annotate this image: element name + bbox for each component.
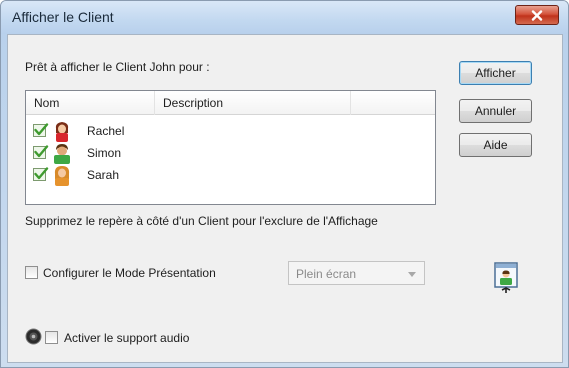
column-header-name[interactable]: Nom [26, 91, 155, 115]
list-item-sarah[interactable]: Sarah [30, 164, 330, 186]
column-header-extra[interactable] [351, 91, 435, 115]
presentation-mode-value: Plein écran [296, 267, 357, 281]
cancel-button[interactable]: Annuler [459, 99, 532, 123]
list-header: Nom Description [26, 91, 435, 115]
presentation-mode-label[interactable]: Configurer le Mode Présentation [43, 266, 216, 280]
client-name: Sarah [87, 168, 120, 182]
client-name: Rachel [87, 124, 125, 138]
prompt-label: Prêt à afficher le Client John pour : [25, 60, 210, 74]
help-button[interactable]: Aide [459, 133, 532, 157]
window-title: Afficher le Client [12, 9, 114, 25]
hint-text: Supprimez le repère à côté d'un Client p… [25, 214, 378, 228]
speaker-icon [25, 328, 42, 345]
list-item-simon[interactable]: Simon [30, 142, 330, 164]
student-avatar-icon [54, 144, 70, 164]
chevron-down-icon [408, 272, 416, 277]
dialog-window: Afficher le Client Prêt à afficher le Cl… [0, 0, 569, 368]
client-list[interactable]: Nom Description Rachel Simon Sarah [25, 90, 436, 205]
close-button[interactable] [515, 5, 559, 25]
student-avatar-icon [55, 122, 69, 142]
presentation-screen-icon[interactable] [494, 262, 518, 294]
audio-support-label[interactable]: Activer le support audio [64, 331, 189, 345]
dialog-body: Prêt à afficher le Client John pour : No… [7, 34, 563, 363]
student-avatar-icon [54, 166, 70, 186]
title-bar: Afficher le Client [1, 1, 568, 34]
presentation-mode-select[interactable]: Plein écran [288, 261, 425, 285]
presentation-mode-checkbox[interactable] [25, 266, 38, 279]
column-header-description[interactable]: Description [155, 91, 351, 115]
checked-checkbox-icon[interactable] [33, 145, 49, 160]
close-icon [531, 9, 543, 21]
list-item-rachel[interactable]: Rachel [30, 120, 330, 142]
client-name: Simon [87, 146, 122, 160]
audio-support-checkbox[interactable] [45, 331, 58, 344]
show-button[interactable]: Afficher [459, 61, 532, 85]
column-header-description-label: Description [163, 96, 224, 110]
column-header-name-label: Nom [34, 96, 60, 110]
checked-checkbox-icon[interactable] [33, 167, 49, 182]
checked-checkbox-icon[interactable] [33, 123, 49, 138]
